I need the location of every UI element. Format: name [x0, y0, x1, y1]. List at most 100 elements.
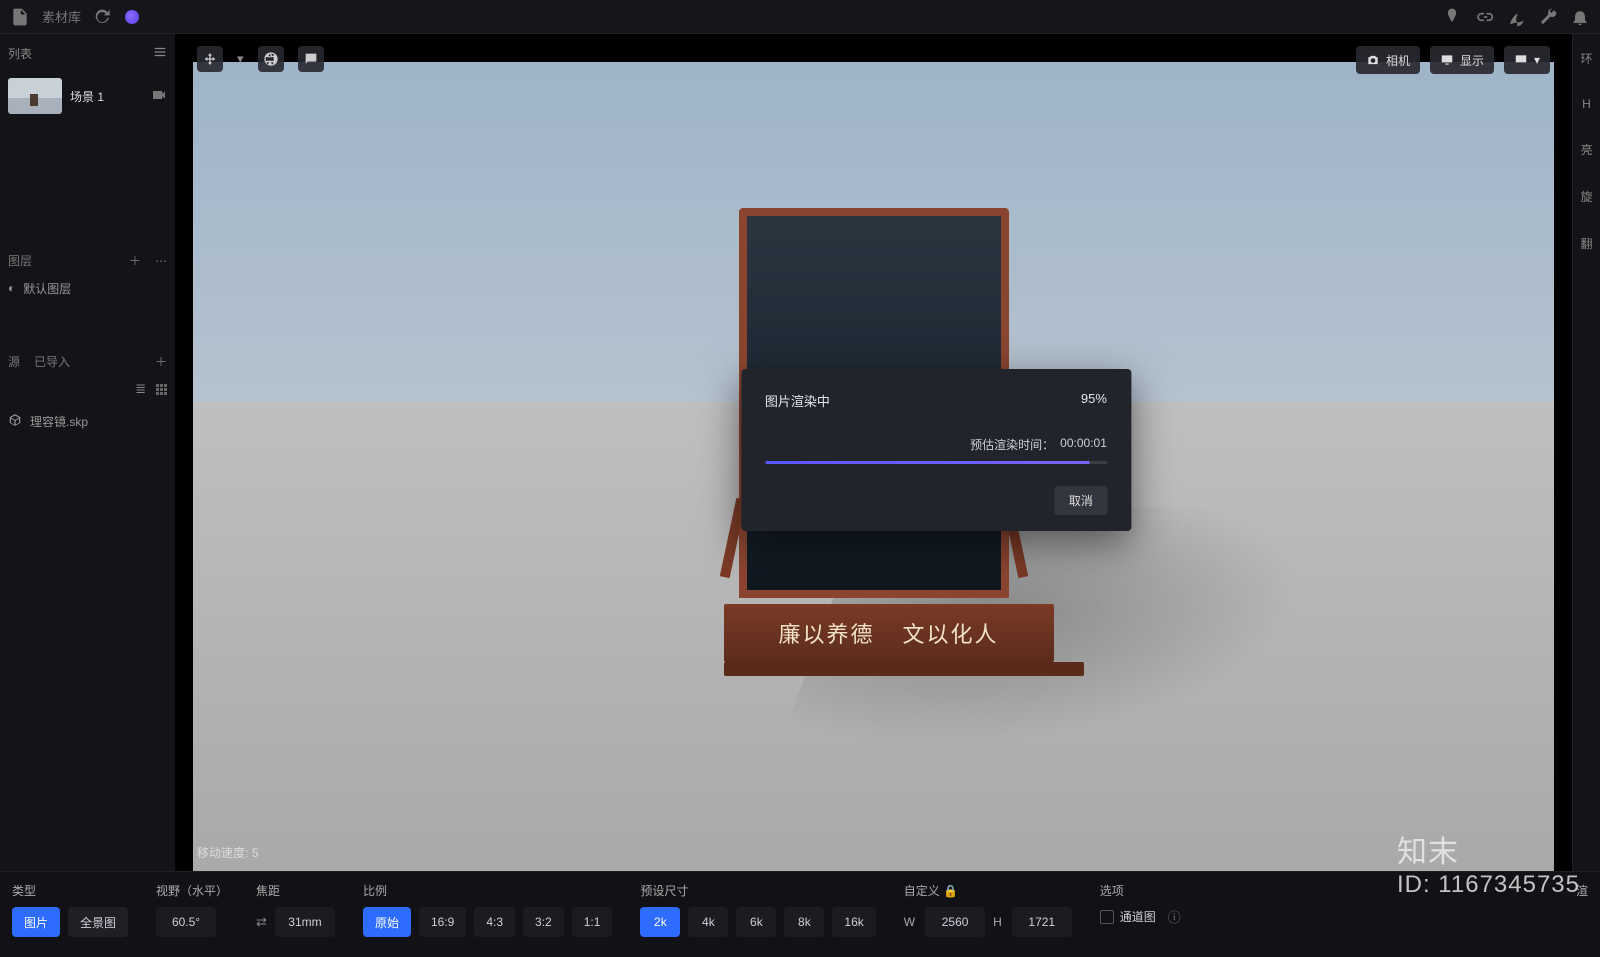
cube-icon [8, 413, 22, 430]
camera-button-label: 相机 [1386, 52, 1410, 69]
dialog-percent: 95% [1081, 391, 1107, 410]
right-panel: 环 H 亮 旋 翻 [1572, 34, 1600, 871]
layer-name: 默认图层 [23, 280, 71, 297]
list-view-icon[interactable]: ≣ [135, 381, 146, 397]
top-app-bar: 素材库 [0, 0, 1600, 34]
render-canvas[interactable]: 廉以养德 文以化人 图片渲染中 95% 预估渲染时间： 00: [193, 62, 1554, 871]
visibility-icon[interactable]: ◐ [8, 281, 15, 295]
fov-label: 视野（水平） [156, 882, 228, 899]
move-speed-label: 移动速度: [197, 846, 248, 860]
type-label: 类型 [12, 882, 128, 899]
imported-tab[interactable]: 已导入 [34, 353, 70, 370]
right-tab-flip[interactable]: 翻 [1580, 235, 1592, 252]
ratio-original-chip[interactable]: 原始 [363, 907, 411, 937]
ratio-4-3-chip[interactable]: 4:3 [474, 907, 515, 937]
watermark-id: ID: 1167345735 [1397, 871, 1580, 899]
fov-input[interactable]: 60.5° [156, 907, 216, 937]
preset-8k-chip[interactable]: 8k [784, 907, 824, 937]
scene-thumbnail [8, 78, 62, 114]
orbit-tool-icon[interactable] [197, 46, 223, 72]
render-progress-dialog: 图片渲染中 95% 预估渲染时间： 00:00:01 取消 [741, 369, 1131, 531]
left-panel: 列表 场景 1 图层 ＋ ⋯ ◐ 默认图层 源 已导入 ＋ [0, 34, 175, 871]
watermark-brand: 知末 [1397, 836, 1459, 869]
viewport-more-button[interactable]: ▾ [1504, 46, 1550, 74]
message-icon[interactable] [298, 46, 324, 72]
display-icon [1440, 53, 1454, 67]
base-inscription-left: 廉以养德 [778, 617, 874, 649]
scene-item[interactable]: 场景 1 [8, 72, 167, 120]
wrench-icon[interactable] [1538, 7, 1558, 27]
swap-icon[interactable]: ⇄ [256, 914, 267, 930]
layer-item-default[interactable]: ◐ 默认图层 [8, 275, 167, 301]
focal-label: 焦距 [256, 882, 335, 899]
focal-input[interactable]: 31mm [275, 907, 335, 937]
scene-name: 场景 1 [70, 88, 104, 105]
preset-label: 预设尺寸 [640, 882, 875, 899]
chevron-down-icon[interactable]: ▾ [237, 51, 244, 67]
dialog-eta-label: 预估渲染时间： [970, 436, 1054, 453]
add-layer-icon[interactable]: ＋ [129, 252, 141, 269]
dialog-eta-value: 00:00:01 [1060, 436, 1107, 453]
lock-icon[interactable]: 🔒 [943, 884, 958, 898]
watermark: 知末 ID: 1167345735 [1397, 827, 1580, 899]
info-icon[interactable]: ⓘ [1168, 907, 1181, 926]
right-tab-bright[interactable]: 亮 [1580, 141, 1592, 158]
camera-button[interactable]: 相机 [1356, 46, 1420, 74]
panel-collapse-icon[interactable] [153, 45, 167, 62]
camera-icon[interactable] [151, 87, 167, 106]
preset-2k-chip[interactable]: 2k [640, 907, 680, 937]
source-tab[interactable]: 源 [8, 353, 20, 370]
monitor-icon [1514, 53, 1528, 67]
leaf-icon[interactable] [1506, 7, 1526, 27]
ratio-1-1-chip[interactable]: 1:1 [572, 907, 613, 937]
display-button-label: 显示 [1460, 52, 1484, 69]
viewport-toolbar-right: 相机 显示 ▾ [1356, 46, 1550, 74]
right-tab-h[interactable]: H [1582, 97, 1591, 111]
type-image-chip[interactable]: 图片 [12, 907, 60, 937]
layers-header: 图层 [8, 252, 32, 269]
base-inscription-right: 文以化人 [903, 617, 999, 649]
file-item[interactable]: 理容镜.skp [8, 408, 167, 434]
list-header: 列表 [8, 45, 32, 62]
bell-icon[interactable] [1570, 7, 1590, 27]
chevron-down-icon: ▾ [1534, 53, 1540, 67]
cancel-button[interactable]: 取消 [1055, 486, 1107, 515]
display-button[interactable]: 显示 [1430, 46, 1494, 74]
progress-bar [765, 461, 1107, 464]
bottom-render-bar: 类型 图片 全景图 视野（水平） 60.5° 焦距 ⇄ 31mm 比例 原始 1… [0, 871, 1600, 957]
move-speed-value: 5 [252, 846, 259, 860]
refresh-icon[interactable] [93, 7, 113, 27]
preset-16k-chip[interactable]: 16k [832, 907, 875, 937]
app-logo-dot [125, 10, 139, 24]
viewport-toolbar-left: ▾ [197, 46, 324, 72]
ratio-label: 比例 [363, 882, 612, 899]
right-tab-env[interactable]: 环 [1580, 50, 1592, 67]
globe-icon[interactable] [258, 46, 284, 72]
camera-outline-icon [1366, 53, 1380, 67]
channel-map-checkbox[interactable]: 通道图 [1100, 908, 1156, 925]
channel-map-label: 通道图 [1120, 908, 1156, 925]
pin-icon[interactable] [1442, 7, 1462, 27]
right-tab-rotate[interactable]: 旋 [1580, 188, 1592, 205]
width-input[interactable]: 2560 [925, 907, 985, 937]
custom-size-label: 自定义 🔒 [904, 882, 1072, 899]
height-h-label: H [993, 915, 1002, 929]
width-w-label: W [904, 915, 915, 929]
grid-view-icon[interactable] [156, 384, 167, 395]
library-tab[interactable]: 素材库 [42, 7, 81, 26]
add-source-icon[interactable]: ＋ [155, 353, 167, 370]
type-pano-chip[interactable]: 全景图 [68, 907, 128, 937]
layer-menu-icon[interactable]: ⋯ [155, 254, 167, 268]
preset-6k-chip[interactable]: 6k [736, 907, 776, 937]
viewport: ▾ 相机 显示 ▾ [175, 34, 1572, 871]
preset-4k-chip[interactable]: 4k [688, 907, 728, 937]
new-file-icon[interactable] [10, 7, 30, 27]
options-label: 选项 [1100, 882, 1181, 899]
link-icon[interactable] [1474, 7, 1494, 27]
ratio-16-9-chip[interactable]: 16:9 [419, 907, 466, 937]
height-input[interactable]: 1721 [1012, 907, 1072, 937]
move-speed-readout: 移动速度: 5 [197, 844, 258, 861]
dialog-title: 图片渲染中 [765, 391, 830, 410]
file-name: 理容镜.skp [30, 413, 88, 430]
ratio-3-2-chip[interactable]: 3:2 [523, 907, 564, 937]
